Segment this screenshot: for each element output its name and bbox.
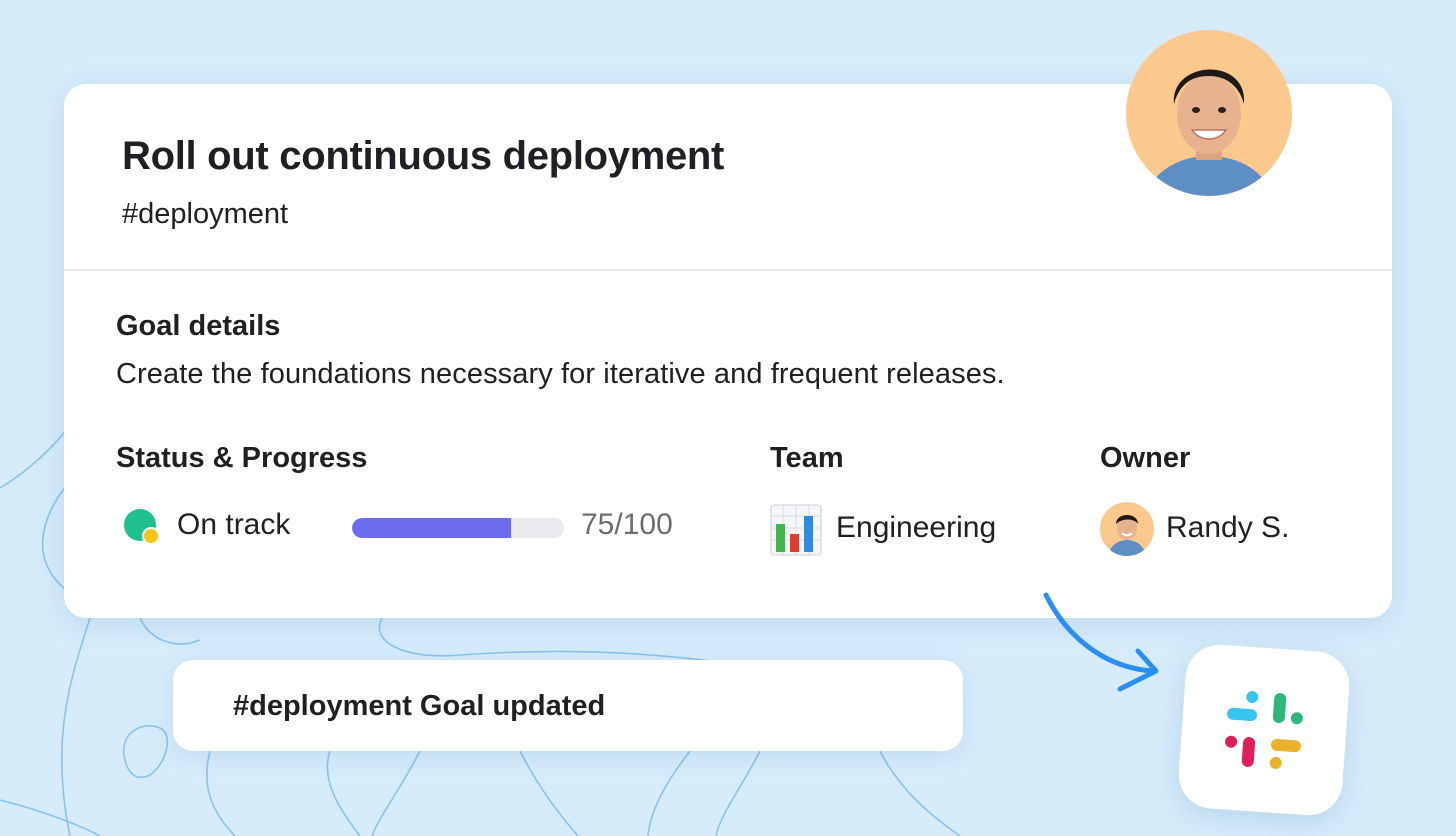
goal-details-label: Goal details <box>116 310 281 342</box>
goal-details-text: Create the foundations necessary for ite… <box>116 358 1005 390</box>
goal-title: Roll out continuous deployment <box>122 134 725 178</box>
owner-avatar <box>1100 502 1154 556</box>
progress-value: 75/100 <box>581 508 673 541</box>
bar-chart-icon <box>770 504 822 556</box>
team-label: Team <box>770 442 844 474</box>
owner-label: Owner <box>1100 442 1191 474</box>
progress-bar-fill <box>352 518 511 538</box>
on-track-status-icon <box>124 509 159 545</box>
progress-bar <box>352 518 564 538</box>
status-text: On track <box>177 508 291 541</box>
goal-tag[interactable]: #deployment <box>122 198 288 231</box>
slack-app-tile[interactable] <box>1176 642 1352 818</box>
notification-text: #deployment Goal updated <box>233 690 606 722</box>
slack-icon <box>1225 691 1303 769</box>
status-progress-label: Status & Progress <box>116 442 368 474</box>
user-avatar <box>1126 30 1292 196</box>
goal-updated-notification[interactable]: #deployment Goal updated <box>173 660 963 751</box>
owner-name[interactable]: Randy S. <box>1166 511 1289 545</box>
team-name[interactable]: Engineering <box>836 511 996 545</box>
curved-arrow-icon <box>1043 592 1159 692</box>
